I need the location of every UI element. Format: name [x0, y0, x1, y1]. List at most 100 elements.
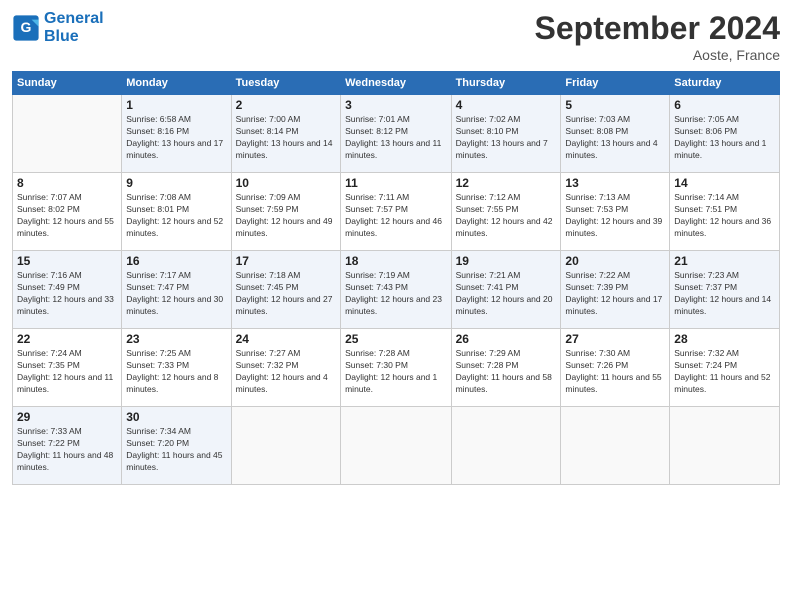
day-cell: 3 Sunrise: 7:01 AM Sunset: 8:12 PM Dayli…: [341, 95, 451, 173]
day-info: Sunrise: 7:29 AM Sunset: 7:28 PM Dayligh…: [456, 348, 557, 396]
day-number: 10: [236, 176, 336, 190]
day-info: Sunrise: 7:28 AM Sunset: 7:30 PM Dayligh…: [345, 348, 446, 396]
day-number: 19: [456, 254, 557, 268]
day-cell: [670, 407, 780, 485]
day-cell: [451, 407, 561, 485]
day-number: 30: [126, 410, 226, 424]
day-info: Sunrise: 7:12 AM Sunset: 7:55 PM Dayligh…: [456, 192, 557, 240]
day-info: Sunrise: 7:14 AM Sunset: 7:51 PM Dayligh…: [674, 192, 775, 240]
day-number: 1: [126, 98, 226, 112]
day-cell: 23 Sunrise: 7:25 AM Sunset: 7:33 PM Dayl…: [122, 329, 231, 407]
col-sunday: Sunday: [13, 72, 122, 95]
day-number: 29: [17, 410, 117, 424]
day-info: Sunrise: 7:19 AM Sunset: 7:43 PM Dayligh…: [345, 270, 446, 318]
day-cell: 24 Sunrise: 7:27 AM Sunset: 7:32 PM Dayl…: [231, 329, 340, 407]
day-number: 14: [674, 176, 775, 190]
svg-text:G: G: [21, 19, 32, 35]
day-info: Sunrise: 7:27 AM Sunset: 7:32 PM Dayligh…: [236, 348, 336, 396]
day-number: 25: [345, 332, 446, 346]
day-cell: 21 Sunrise: 7:23 AM Sunset: 7:37 PM Dayl…: [670, 251, 780, 329]
day-info: Sunrise: 7:13 AM Sunset: 7:53 PM Dayligh…: [565, 192, 665, 240]
day-number: 2: [236, 98, 336, 112]
day-number: 23: [126, 332, 226, 346]
day-number: 21: [674, 254, 775, 268]
month-title: September 2024: [535, 10, 780, 47]
day-info: Sunrise: 7:24 AM Sunset: 7:35 PM Dayligh…: [17, 348, 117, 396]
day-info: Sunrise: 7:11 AM Sunset: 7:57 PM Dayligh…: [345, 192, 446, 240]
day-cell: 2 Sunrise: 7:00 AM Sunset: 8:14 PM Dayli…: [231, 95, 340, 173]
day-number: 6: [674, 98, 775, 112]
day-number: 8: [17, 176, 117, 190]
day-cell: 12 Sunrise: 7:12 AM Sunset: 7:55 PM Dayl…: [451, 173, 561, 251]
day-cell: 6 Sunrise: 7:05 AM Sunset: 8:06 PM Dayli…: [670, 95, 780, 173]
day-cell: 30 Sunrise: 7:34 AM Sunset: 7:20 PM Dayl…: [122, 407, 231, 485]
day-cell: [561, 407, 670, 485]
calendar-table: Sunday Monday Tuesday Wednesday Thursday…: [12, 71, 780, 485]
day-number: 3: [345, 98, 446, 112]
day-info: Sunrise: 7:33 AM Sunset: 7:22 PM Dayligh…: [17, 426, 117, 474]
day-cell: 14 Sunrise: 7:14 AM Sunset: 7:51 PM Dayl…: [670, 173, 780, 251]
day-info: Sunrise: 7:00 AM Sunset: 8:14 PM Dayligh…: [236, 114, 336, 162]
week-row-5: 29 Sunrise: 7:33 AM Sunset: 7:22 PM Dayl…: [13, 407, 780, 485]
day-info: Sunrise: 7:34 AM Sunset: 7:20 PM Dayligh…: [126, 426, 226, 474]
day-cell: 1 Sunrise: 6:58 AM Sunset: 8:16 PM Dayli…: [122, 95, 231, 173]
day-info: Sunrise: 7:21 AM Sunset: 7:41 PM Dayligh…: [456, 270, 557, 318]
day-info: Sunrise: 7:05 AM Sunset: 8:06 PM Dayligh…: [674, 114, 775, 162]
day-number: 24: [236, 332, 336, 346]
calendar-body: 1 Sunrise: 6:58 AM Sunset: 8:16 PM Dayli…: [13, 95, 780, 485]
day-cell: 11 Sunrise: 7:11 AM Sunset: 7:57 PM Dayl…: [341, 173, 451, 251]
day-info: Sunrise: 7:09 AM Sunset: 7:59 PM Dayligh…: [236, 192, 336, 240]
week-row-1: 1 Sunrise: 6:58 AM Sunset: 8:16 PM Dayli…: [13, 95, 780, 173]
day-info: Sunrise: 6:58 AM Sunset: 8:16 PM Dayligh…: [126, 114, 226, 162]
day-cell: 9 Sunrise: 7:08 AM Sunset: 8:01 PM Dayli…: [122, 173, 231, 251]
day-info: Sunrise: 7:08 AM Sunset: 8:01 PM Dayligh…: [126, 192, 226, 240]
day-info: Sunrise: 7:22 AM Sunset: 7:39 PM Dayligh…: [565, 270, 665, 318]
day-cell: 10 Sunrise: 7:09 AM Sunset: 7:59 PM Dayl…: [231, 173, 340, 251]
day-cell: 16 Sunrise: 7:17 AM Sunset: 7:47 PM Dayl…: [122, 251, 231, 329]
day-number: 16: [126, 254, 226, 268]
day-cell: 15 Sunrise: 7:16 AM Sunset: 7:49 PM Dayl…: [13, 251, 122, 329]
logo-text: General Blue: [44, 10, 104, 45]
header-row: Sunday Monday Tuesday Wednesday Thursday…: [13, 72, 780, 95]
title-block: September 2024 Aoste, France: [535, 10, 780, 63]
day-number: 5: [565, 98, 665, 112]
day-cell: 20 Sunrise: 7:22 AM Sunset: 7:39 PM Dayl…: [561, 251, 670, 329]
location: Aoste, France: [535, 47, 780, 63]
day-cell: 8 Sunrise: 7:07 AM Sunset: 8:02 PM Dayli…: [13, 173, 122, 251]
col-wednesday: Wednesday: [341, 72, 451, 95]
day-cell: 28 Sunrise: 7:32 AM Sunset: 7:24 PM Dayl…: [670, 329, 780, 407]
day-cell: 17 Sunrise: 7:18 AM Sunset: 7:45 PM Dayl…: [231, 251, 340, 329]
col-thursday: Thursday: [451, 72, 561, 95]
day-info: Sunrise: 7:02 AM Sunset: 8:10 PM Dayligh…: [456, 114, 557, 162]
day-cell: 4 Sunrise: 7:02 AM Sunset: 8:10 PM Dayli…: [451, 95, 561, 173]
col-saturday: Saturday: [670, 72, 780, 95]
day-cell: 13 Sunrise: 7:13 AM Sunset: 7:53 PM Dayl…: [561, 173, 670, 251]
day-number: 20: [565, 254, 665, 268]
day-cell: 29 Sunrise: 7:33 AM Sunset: 7:22 PM Dayl…: [13, 407, 122, 485]
day-cell: 18 Sunrise: 7:19 AM Sunset: 7:43 PM Dayl…: [341, 251, 451, 329]
day-info: Sunrise: 7:07 AM Sunset: 8:02 PM Dayligh…: [17, 192, 117, 240]
logo-icon: G: [12, 14, 40, 42]
day-number: 4: [456, 98, 557, 112]
day-number: 12: [456, 176, 557, 190]
week-row-4: 22 Sunrise: 7:24 AM Sunset: 7:35 PM Dayl…: [13, 329, 780, 407]
day-cell: 22 Sunrise: 7:24 AM Sunset: 7:35 PM Dayl…: [13, 329, 122, 407]
day-info: Sunrise: 7:25 AM Sunset: 7:33 PM Dayligh…: [126, 348, 226, 396]
col-friday: Friday: [561, 72, 670, 95]
day-cell: [231, 407, 340, 485]
day-cell: 19 Sunrise: 7:21 AM Sunset: 7:41 PM Dayl…: [451, 251, 561, 329]
day-info: Sunrise: 7:30 AM Sunset: 7:26 PM Dayligh…: [565, 348, 665, 396]
day-cell: 26 Sunrise: 7:29 AM Sunset: 7:28 PM Dayl…: [451, 329, 561, 407]
day-cell: [341, 407, 451, 485]
day-number: 17: [236, 254, 336, 268]
day-cell: [13, 95, 122, 173]
day-number: 15: [17, 254, 117, 268]
day-cell: 25 Sunrise: 7:28 AM Sunset: 7:30 PM Dayl…: [341, 329, 451, 407]
day-info: Sunrise: 7:17 AM Sunset: 7:47 PM Dayligh…: [126, 270, 226, 318]
week-row-3: 15 Sunrise: 7:16 AM Sunset: 7:49 PM Dayl…: [13, 251, 780, 329]
day-cell: 27 Sunrise: 7:30 AM Sunset: 7:26 PM Dayl…: [561, 329, 670, 407]
day-number: 18: [345, 254, 446, 268]
col-tuesday: Tuesday: [231, 72, 340, 95]
page-header: G General Blue September 2024 Aoste, Fra…: [12, 10, 780, 63]
day-number: 22: [17, 332, 117, 346]
